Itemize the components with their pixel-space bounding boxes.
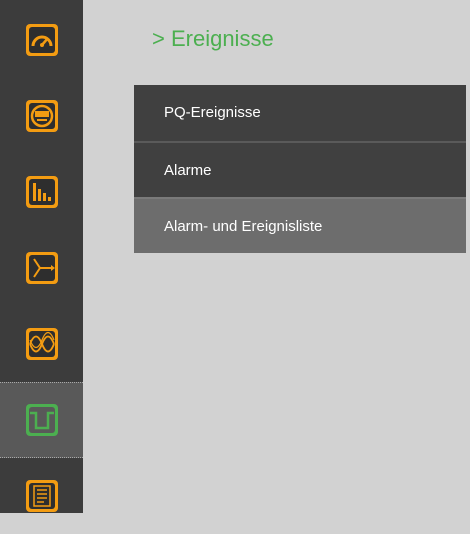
menu-item-pq-events[interactable]: PQ-Ereignisse [134, 85, 466, 141]
gauge-icon [25, 24, 58, 56]
sidebar [0, 0, 83, 513]
bar-chart-icon [25, 176, 58, 208]
waveform-icon [25, 328, 58, 360]
sidebar-item-harmonics[interactable] [0, 154, 83, 230]
sidebar-item-overview[interactable] [0, 2, 83, 78]
event-pulse-icon [25, 404, 58, 436]
sidebar-item-measurements[interactable] [0, 78, 83, 154]
sidebar-item-oscilloscope[interactable] [0, 306, 83, 382]
sidebar-item-events[interactable] [0, 382, 83, 458]
menu-item-alarms[interactable]: Alarme [134, 141, 466, 197]
menu-item-alarm-event-list[interactable]: Alarm- und Ereignisliste [134, 197, 466, 253]
submenu: PQ-Ereignisse Alarme Alarm- und Ereignis… [134, 85, 466, 253]
list-document-icon [25, 480, 58, 512]
meter-display-icon [25, 100, 58, 132]
page-title: > Ereignisse [152, 26, 274, 51]
phasor-diagram-icon [25, 252, 58, 284]
sidebar-item-phasor[interactable] [0, 230, 83, 306]
sidebar-item-logs[interactable] [0, 458, 83, 534]
